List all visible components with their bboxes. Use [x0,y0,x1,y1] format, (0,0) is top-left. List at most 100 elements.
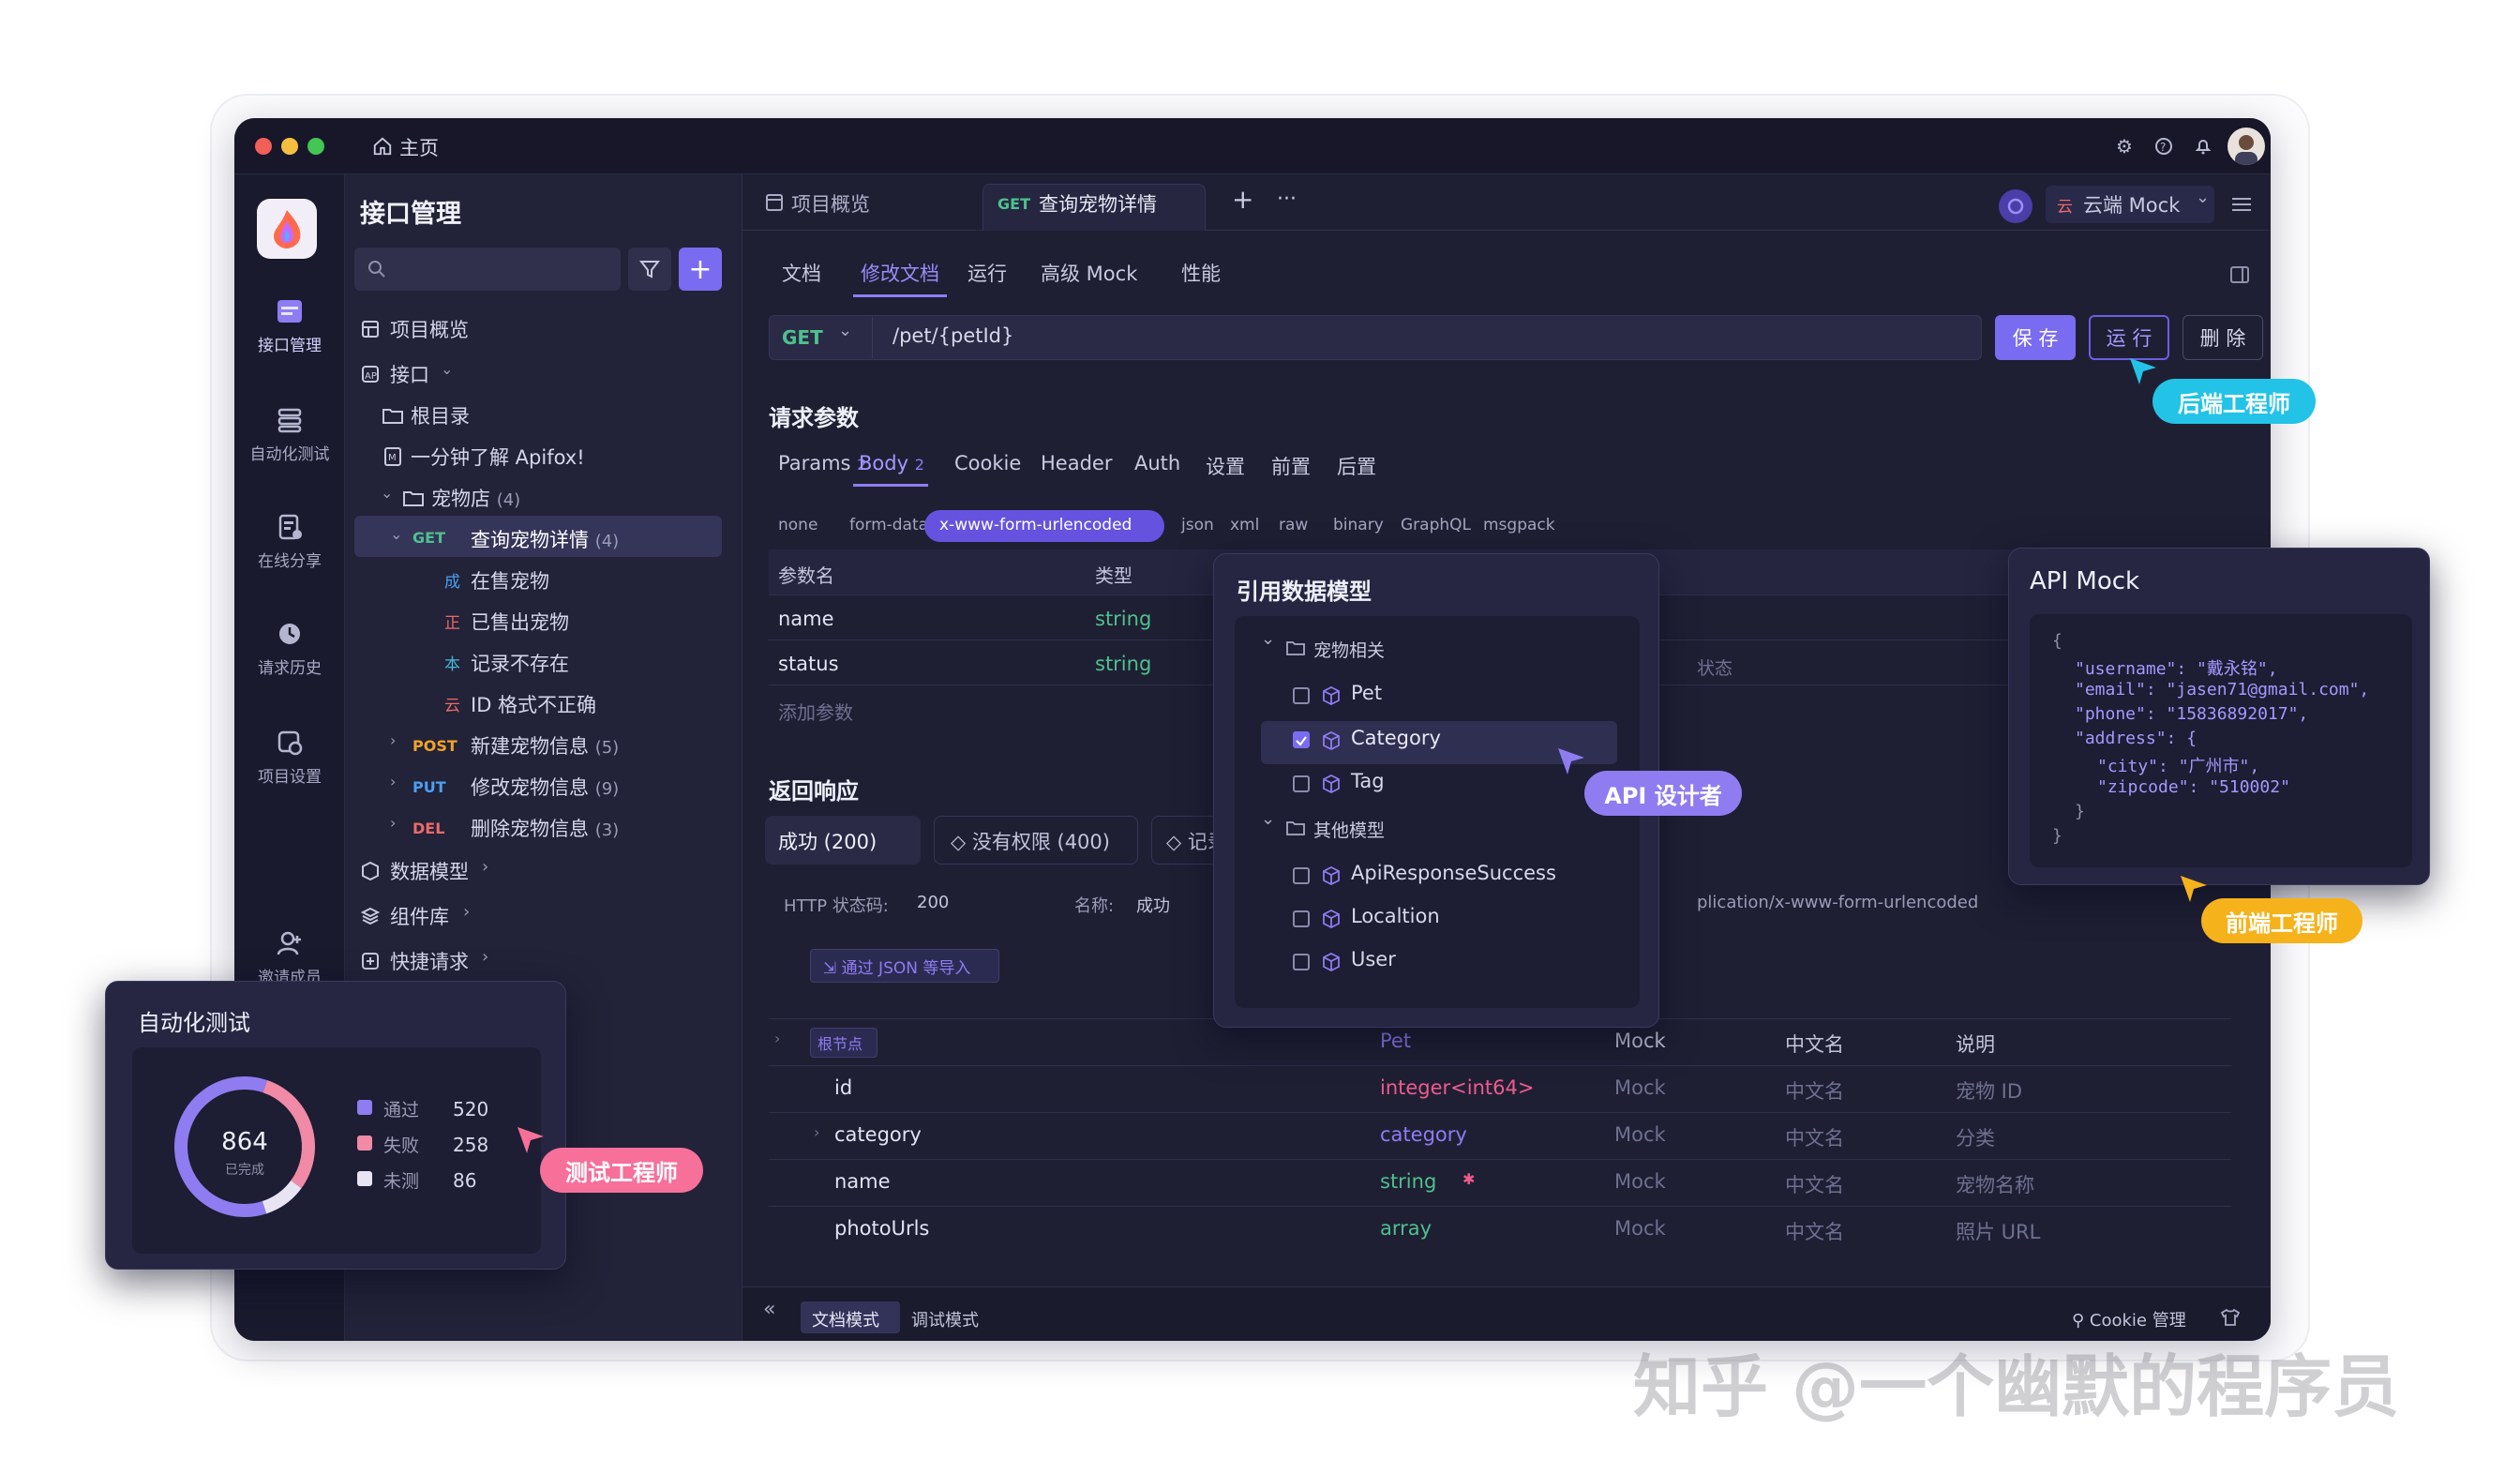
model-checkbox[interactable] [1293,687,1310,704]
tree-item-delete-pet[interactable]: 删除宠物信息 (3) [471,814,619,842]
schema-field-desc[interactable]: 宠物名称 [1956,1170,2034,1198]
subtab-edit-doc[interactable]: 修改文档 [861,259,939,287]
run-button[interactable]: 运 行 [2089,315,2169,360]
chevron-right-icon[interactable]: › [482,947,488,967]
body-type-binary[interactable]: binary [1333,516,1384,534]
model-item[interactable]: Pet [1351,682,1382,704]
nav-item-share[interactable]: 在线分享 [234,548,345,571]
schema-field-mock[interactable]: Mock [1614,1170,1666,1193]
param-row-type[interactable]: string [1095,653,1151,675]
settings-icon[interactable]: ⚙ [2113,135,2136,158]
tree-item-get-pet[interactable]: 查询宠物详情 (4) [471,525,619,553]
tree-item-example[interactable]: 记录不存在 [471,649,569,677]
schema-field-name[interactable]: photoUrls [834,1217,929,1240]
delete-button[interactable]: 删 除 [2182,315,2263,360]
nav-item-api-management[interactable]: 接口管理 [234,332,345,355]
param-tab-body[interactable]: Body 2 [859,452,924,474]
schema-field-name[interactable]: category [834,1123,922,1146]
tree-item-root[interactable]: 根目录 [411,401,470,429]
schema-field-mock[interactable]: Mock [1614,1123,1666,1146]
param-tab-pre[interactable]: 前置 [1271,452,1311,480]
collapse-button[interactable]: « [763,1298,775,1321]
project-settings-icon[interactable] [268,724,311,761]
subtab-advanced-mock[interactable]: 高级 Mock [1041,259,1137,287]
schema-field-cn[interactable]: 中文名 [1785,1217,1844,1245]
chevron-right-icon[interactable]: › [814,1123,819,1141]
automation-icon[interactable] [268,401,311,439]
response-tab-400[interactable]: ◇ 没有权限 (400) [951,827,1110,855]
tree-item-example[interactable]: ID 格式不正确 [471,690,596,718]
tree-item-data-model[interactable]: 数据模型 [390,857,469,885]
subtab-run[interactable]: 运行 [968,259,1007,287]
body-type-json[interactable]: json [1181,516,1214,534]
chevron-down-icon[interactable]: ⌄ [390,525,402,543]
filter-icon[interactable] [628,248,671,291]
tree-item-intro[interactable]: 一分钟了解 Apifox! [411,443,585,471]
body-type-xml[interactable]: xml [1230,516,1259,534]
tree-item-example[interactable]: 已售出宠物 [471,608,569,636]
menu-icon[interactable] [2231,195,2252,214]
param-tab-cookie[interactable]: Cookie [954,452,1021,474]
schema-field-type[interactable]: category [1380,1123,1467,1146]
tree-item-example[interactable]: 在售宠物 [471,566,549,594]
model-item[interactable]: Category [1351,727,1441,749]
model-checkbox[interactable] [1293,867,1310,884]
tree-item-put-pet[interactable]: 修改宠物信息 (9) [471,773,619,801]
model-item[interactable]: User [1351,948,1396,970]
model-item[interactable]: Localtion [1351,905,1440,927]
param-tab-auth[interactable]: Auth [1134,452,1180,474]
doc-mode-button[interactable]: 文档模式 [812,1307,879,1331]
debug-mode-button[interactable]: 调试模式 [911,1307,979,1331]
schema-field-cn[interactable]: 中文名 [1785,1123,1844,1151]
subtab-doc[interactable]: 文档 [782,259,821,287]
nav-item-automation[interactable]: 自动化测试 [234,441,345,464]
tab-overview[interactable]: 项目概览 [791,189,870,218]
chevron-down-icon[interactable]: ⌄ [1261,629,1275,649]
model-checkbox-checked[interactable] [1293,731,1310,748]
model-group-pet[interactable]: 宠物相关 [1313,637,1385,662]
chevron-right-icon[interactable]: › [390,814,396,832]
schema-field-name[interactable]: name [834,1170,891,1193]
schema-field-cn[interactable]: 中文名 [1785,1076,1844,1105]
param-tab-header[interactable]: Header [1041,452,1112,474]
url-input[interactable]: /pet/{petId} [892,324,1013,347]
schema-field-type[interactable]: integer<int64> [1380,1076,1534,1099]
param-tab-post[interactable]: 后置 [1337,452,1376,480]
body-type-raw[interactable]: raw [1279,516,1308,534]
schema-field-desc[interactable]: 照片 URL [1956,1217,2040,1245]
tab-get-pet[interactable]: 查询宠物详情 [1039,189,1157,218]
bell-icon[interactable] [2192,135,2214,158]
share-icon[interactable] [268,508,311,546]
chevron-down-icon[interactable]: ⌄ [441,360,453,378]
chevron-right-icon[interactable]: › [463,902,470,922]
schema-field-type[interactable]: string [1380,1170,1436,1193]
more-tabs-button[interactable]: ··· [1277,188,1297,211]
avatar[interactable] [2228,128,2265,165]
model-group-other[interactable]: 其他模型 [1313,817,1385,842]
schema-field-mock[interactable]: Mock [1614,1217,1666,1240]
help-icon[interactable]: ? [2152,135,2175,158]
param-tab-settings[interactable]: 设置 [1206,452,1245,480]
new-tab-button[interactable]: + [1232,184,1253,215]
response-tab-200[interactable]: 成功 (200) [778,827,877,855]
method-select[interactable]: GET [782,326,823,349]
invite-member-icon[interactable] [268,925,311,962]
schema-field-type[interactable]: array [1380,1217,1432,1240]
panel-toggle-icon[interactable] [2229,264,2250,285]
param-row-name[interactable]: status [778,653,839,675]
nav-item-project-settings[interactable]: 项目设置 [234,763,345,787]
chevron-right-icon[interactable]: › [774,1030,780,1047]
home-tab[interactable]: 主页 [399,133,439,161]
chevron-down-icon[interactable]: ⌄ [381,484,393,502]
chevron-right-icon[interactable]: › [482,857,488,877]
body-type-form-data[interactable]: form-data [849,516,928,534]
model-item[interactable]: Tag [1351,770,1385,792]
model-item[interactable]: ApiResponseSuccess [1351,862,1556,884]
schema-field-desc[interactable]: 宠物 ID [1956,1076,2022,1105]
chevron-down-icon[interactable]: ⌄ [1261,809,1275,829]
model-checkbox[interactable] [1293,775,1310,792]
nav-item-history[interactable]: 请求历史 [234,654,345,678]
home-icon[interactable] [371,135,394,158]
root-type[interactable]: Pet [1380,1030,1411,1052]
chevron-down-icon[interactable]: ⌄ [838,321,852,340]
